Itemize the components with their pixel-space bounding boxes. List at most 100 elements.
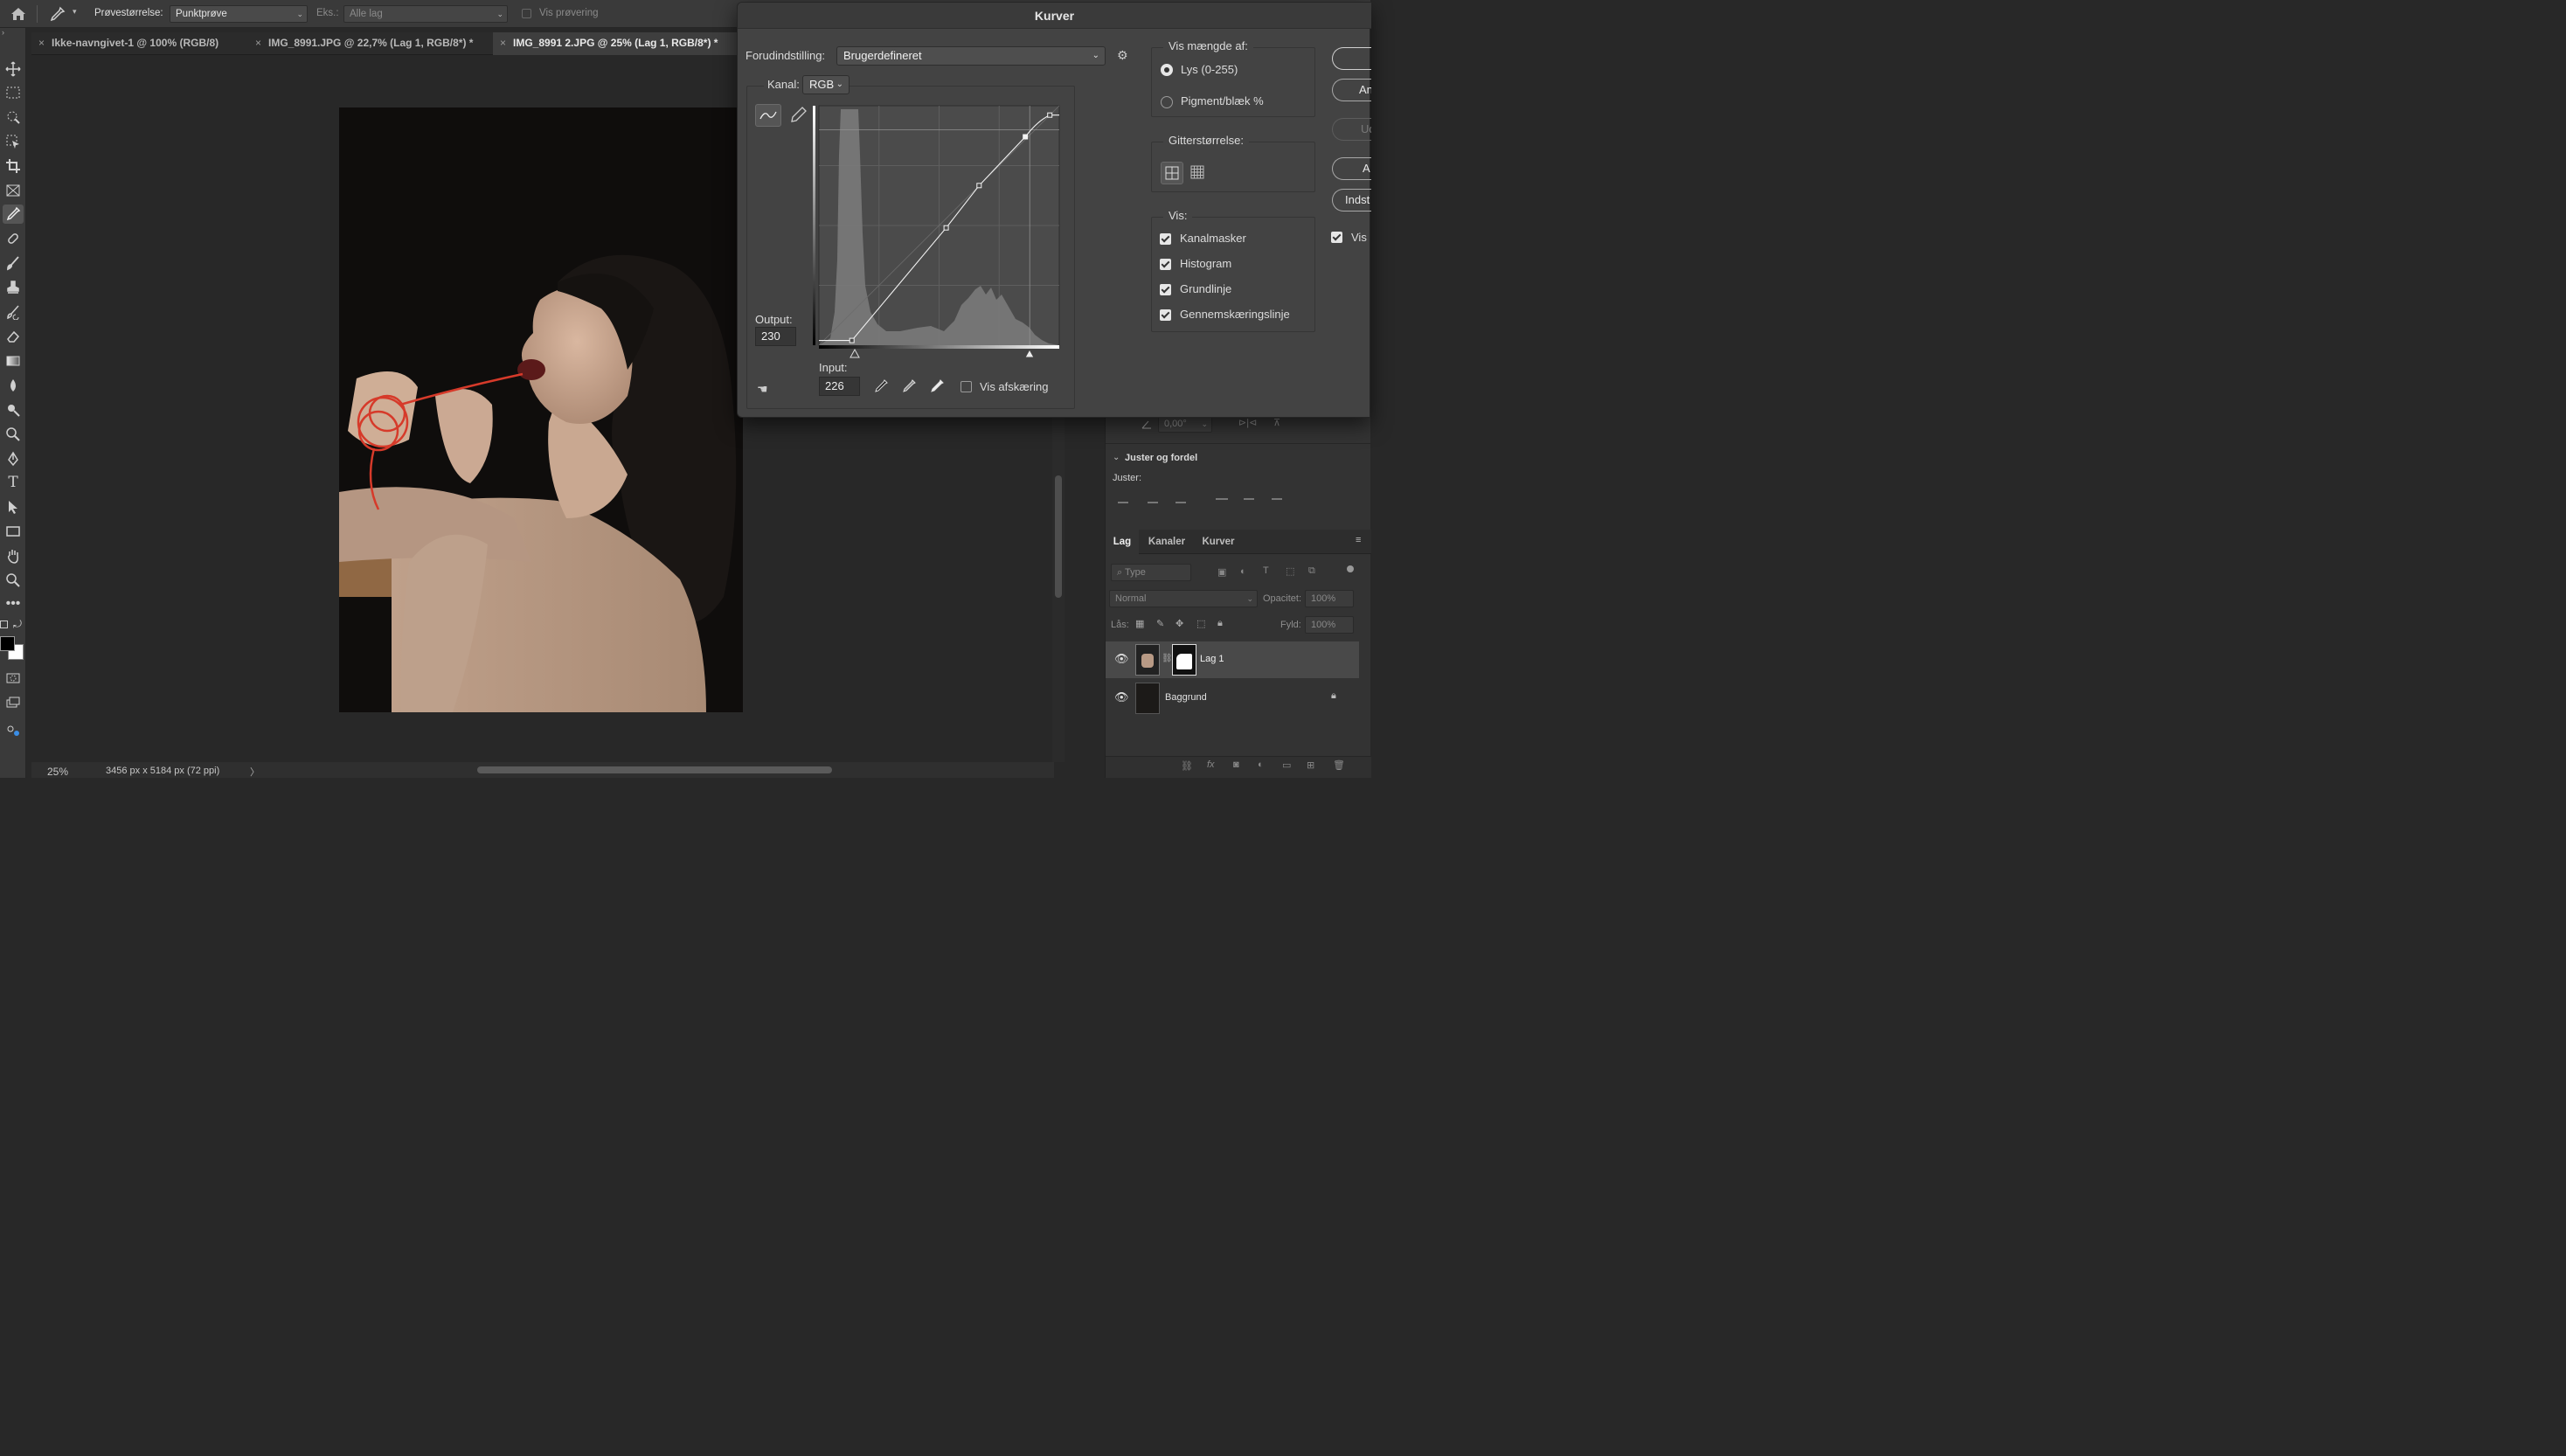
swap-colors-icon[interactable]: ⤾ <box>13 618 22 631</box>
expand-toolbar-icon[interactable]: › <box>2 28 4 37</box>
rectangle-tool-icon[interactable] <box>3 522 24 541</box>
cancel-button[interactable]: An <box>1332 79 1371 101</box>
lock-all-icon[interactable]: 🔒︎ <box>1217 618 1223 629</box>
group-folder-icon[interactable]: ▭ <box>1282 759 1291 771</box>
ok-button[interactable] <box>1332 47 1371 70</box>
lock-transparent-icon[interactable]: ▦ <box>1135 618 1144 629</box>
fx-icon[interactable]: fx <box>1207 759 1215 770</box>
quick-mask-icon[interactable] <box>3 669 24 688</box>
opacity-field[interactable]: 100% <box>1305 590 1354 607</box>
move-tool-icon[interactable] <box>3 59 24 79</box>
brush-tool-icon[interactable] <box>3 253 24 273</box>
doc-tab-3[interactable]: × IMG_8991 2.JPG @ 25% (Lag 1, RGB/8*) * <box>493 32 739 55</box>
hand-tool-icon[interactable] <box>3 546 24 565</box>
filter-pixel-icon[interactable]: ▣ <box>1217 566 1226 578</box>
gradient-tool-icon[interactable] <box>3 351 24 371</box>
screen-mode-icon[interactable] <box>3 693 24 712</box>
pen-tool-icon[interactable] <box>3 449 24 468</box>
histogram-checkbox[interactable] <box>1160 259 1171 270</box>
lock-artboard-icon[interactable]: ⬚ <box>1196 618 1205 629</box>
preset-dropdown[interactable]: Brugerdefineret ⌄ <box>836 46 1106 66</box>
object-select-tool-icon[interactable] <box>3 132 24 151</box>
curves-dialog-title[interactable]: Kurver <box>738 3 1371 29</box>
filter-adjustment-icon[interactable]: ◐ <box>1240 566 1246 577</box>
baseline-checkbox[interactable] <box>1160 284 1171 295</box>
tool-preset-chevron-icon[interactable]: ▾ <box>73 7 77 17</box>
white-point-slider[interactable] <box>1024 348 1035 358</box>
tab-layers[interactable]: Lag <box>1106 530 1139 554</box>
layer-mask-thumbnail[interactable] <box>1172 644 1196 676</box>
frame-tool-icon[interactable] <box>3 181 24 200</box>
vertical-scroll-thumb[interactable] <box>1055 475 1062 598</box>
on-image-adjust-hand-icon[interactable]: ☚ <box>757 382 768 397</box>
tab-curves[interactable]: Kurver <box>1196 530 1240 554</box>
filter-type-icon[interactable]: T <box>1263 565 1269 576</box>
curve-control-point[interactable] <box>1047 112 1053 118</box>
blend-mode-dropdown[interactable]: Normal ⌄ <box>1109 590 1258 607</box>
curve-control-point[interactable] <box>849 337 855 343</box>
foreground-color-swatch[interactable] <box>0 636 15 651</box>
grid-simple-button[interactable] <box>1161 162 1183 184</box>
close-icon[interactable]: × <box>38 37 45 49</box>
flip-horizontal-icon[interactable]: ⊳|⊲ <box>1238 417 1257 428</box>
sample-size-dropdown[interactable]: Punktprøve ⌄ <box>170 5 308 23</box>
history-brush-tool-icon[interactable] <box>3 302 24 322</box>
input-field[interactable]: 226 <box>819 377 860 396</box>
adjustment-layer-icon[interactable]: ◐ <box>1258 759 1264 770</box>
flip-vertical-icon[interactable]: ⊼ <box>1273 417 1280 428</box>
eye-icon[interactable]: 👁︎ <box>1114 690 1129 704</box>
marquee-tool-icon[interactable] <box>3 83 24 102</box>
path-select-tool-icon[interactable] <box>3 497 24 517</box>
curve-draw-pencil-button[interactable] <box>787 104 813 127</box>
more-tools-icon[interactable]: ••• <box>3 594 24 614</box>
align-top-icon[interactable] <box>1216 498 1228 503</box>
tab-channels[interactable]: Kanaler <box>1141 530 1193 554</box>
layer-row-lag1[interactable]: 👁︎ ⛓︎ Lag 1 <box>1106 641 1359 678</box>
lock-image-icon[interactable]: ✎ <box>1156 618 1164 629</box>
doc-tab-2[interactable]: × IMG_8991.JPG @ 22,7% (Lag 1, RGB/8*) * <box>248 32 493 55</box>
filter-shape-icon[interactable]: ⬚ <box>1286 565 1294 577</box>
type-tool-icon[interactable]: T <box>3 473 24 492</box>
grid-detailed-button[interactable] <box>1187 162 1210 184</box>
channel-overlays-checkbox[interactable] <box>1160 233 1171 245</box>
lock-position-icon[interactable]: ✥ <box>1176 618 1183 629</box>
layer-filter-field[interactable]: ⌕ Type <box>1111 564 1191 581</box>
lock-icon[interactable]: 🔒︎ <box>1331 690 1336 702</box>
pigment-radio[interactable] <box>1161 96 1173 108</box>
align-bottom-icon[interactable] <box>1272 498 1282 503</box>
curve-graph[interactable] <box>813 102 1061 364</box>
intersection-line-checkbox[interactable] <box>1160 309 1171 321</box>
light-radio[interactable] <box>1161 64 1173 76</box>
curve-control-point[interactable] <box>976 183 982 189</box>
filter-smart-object-icon[interactable]: ⧉ <box>1308 565 1315 577</box>
show-clipping-checkbox[interactable] <box>961 381 972 392</box>
align-section-title[interactable]: Juster og fordel <box>1125 453 1197 463</box>
preset-options-gear-icon[interactable]: ⚙︎ <box>1117 48 1128 63</box>
eye-icon[interactable]: 👁︎ <box>1114 652 1129 666</box>
dodge-tool-icon[interactable] <box>3 400 24 419</box>
new-layer-icon[interactable]: ⊞ <box>1307 759 1314 771</box>
white-eyedropper-icon[interactable] <box>929 378 945 394</box>
default-colors-icon[interactable] <box>0 621 8 628</box>
mask-link-icon[interactable]: ⛓︎ <box>1162 654 1173 663</box>
eyedropper-tool-icon[interactable] <box>47 5 66 23</box>
channel-dropdown[interactable]: RGB ⌄ <box>802 75 850 94</box>
align-center-icon[interactable] <box>1148 496 1158 503</box>
align-right-icon[interactable] <box>1176 496 1186 503</box>
quick-select-tool-icon[interactable] <box>3 107 24 127</box>
zoom-tool-icon[interactable] <box>3 571 24 590</box>
output-field[interactable]: 230 <box>755 327 796 346</box>
eyedropper-tool-icon[interactable] <box>3 205 24 224</box>
horizontal-scroll-thumb[interactable] <box>477 766 832 773</box>
share-icon[interactable] <box>3 721 24 740</box>
filter-toggle-icon[interactable] <box>1347 565 1354 572</box>
chevron-down-icon[interactable]: ⌄ <box>1113 453 1120 462</box>
curve-control-point[interactable] <box>1023 134 1029 140</box>
close-icon[interactable]: × <box>500 37 506 49</box>
healing-brush-tool-icon[interactable] <box>3 229 24 248</box>
home-icon[interactable] <box>9 5 28 23</box>
blur-tool-icon[interactable] <box>3 376 24 395</box>
sample-layers-dropdown[interactable]: Alle lag ⌄ <box>343 5 508 23</box>
curve-control-point[interactable] <box>943 225 949 231</box>
zoom-level[interactable]: 25% <box>47 766 68 778</box>
